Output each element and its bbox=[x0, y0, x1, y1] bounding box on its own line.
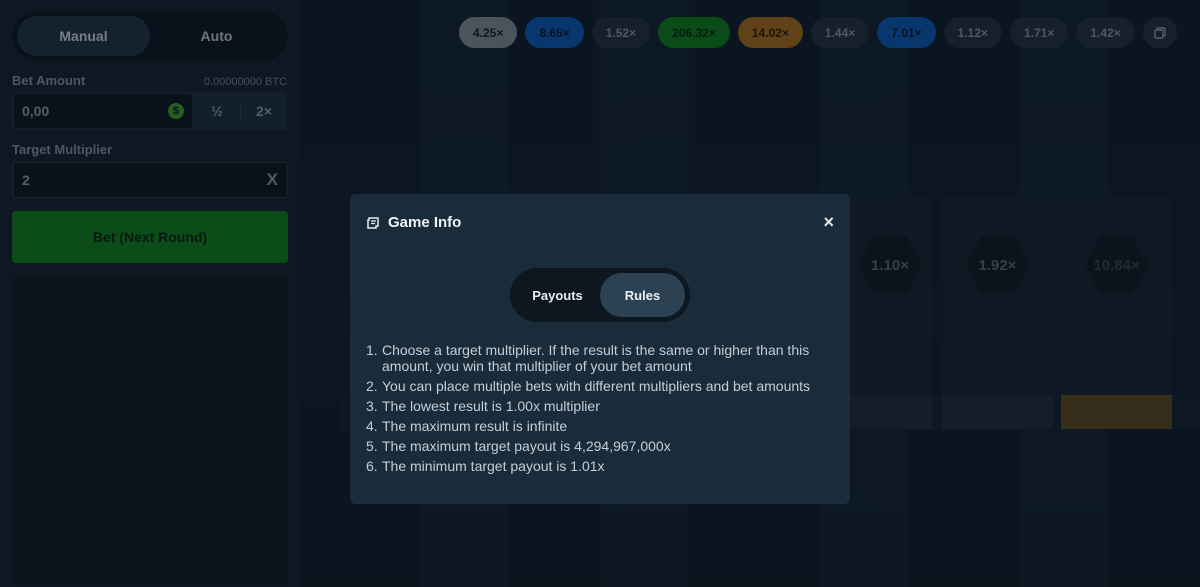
tab-payouts[interactable]: Payouts bbox=[515, 273, 600, 317]
modal-title-group: Game Info bbox=[366, 214, 461, 231]
rule-text: The maximum result is infinite bbox=[382, 418, 568, 434]
rule-text: You can place multiple bets with differe… bbox=[382, 378, 811, 394]
rule-number: 2. bbox=[366, 378, 378, 394]
close-icon[interactable]: × bbox=[823, 212, 834, 233]
rule-item: 2. You can place multiple bets with diff… bbox=[366, 378, 834, 394]
rule-text: The lowest result is 1.00x multiplier bbox=[382, 398, 600, 414]
rules-list: 1. Choose a target multiplier. If the re… bbox=[366, 342, 834, 474]
rule-item: 3. The lowest result is 1.00x multiplier bbox=[366, 398, 834, 414]
rule-number: 1. bbox=[366, 342, 378, 358]
rule-number: 5. bbox=[366, 438, 378, 454]
modal-title: Game Info bbox=[388, 214, 462, 231]
rule-text: The maximum target payout is 4,294,967,0… bbox=[382, 438, 671, 454]
game-info-modal: Game Info × Payouts Rules 1. Choose a ta… bbox=[350, 194, 850, 504]
rule-number: 6. bbox=[366, 458, 378, 474]
rule-item: 4. The maximum result is infinite bbox=[366, 418, 834, 434]
rule-item: 1. Choose a target multiplier. If the re… bbox=[366, 342, 834, 374]
rule-number: 4. bbox=[366, 418, 378, 434]
rule-number: 3. bbox=[366, 398, 378, 414]
rule-item: 5. The maximum target payout is 4,294,96… bbox=[366, 438, 834, 454]
rule-item: 6. The minimum target payout is 1.01x bbox=[366, 458, 834, 474]
tab-rules[interactable]: Rules bbox=[600, 273, 685, 317]
rule-text: Choose a target multiplier. If the resul… bbox=[382, 342, 810, 374]
rule-text: The minimum target payout is 1.01x bbox=[382, 458, 605, 474]
game-info-icon bbox=[367, 216, 379, 229]
info-tabs: Payouts Rules bbox=[510, 268, 690, 322]
modal-header: Game Info × bbox=[366, 212, 834, 233]
